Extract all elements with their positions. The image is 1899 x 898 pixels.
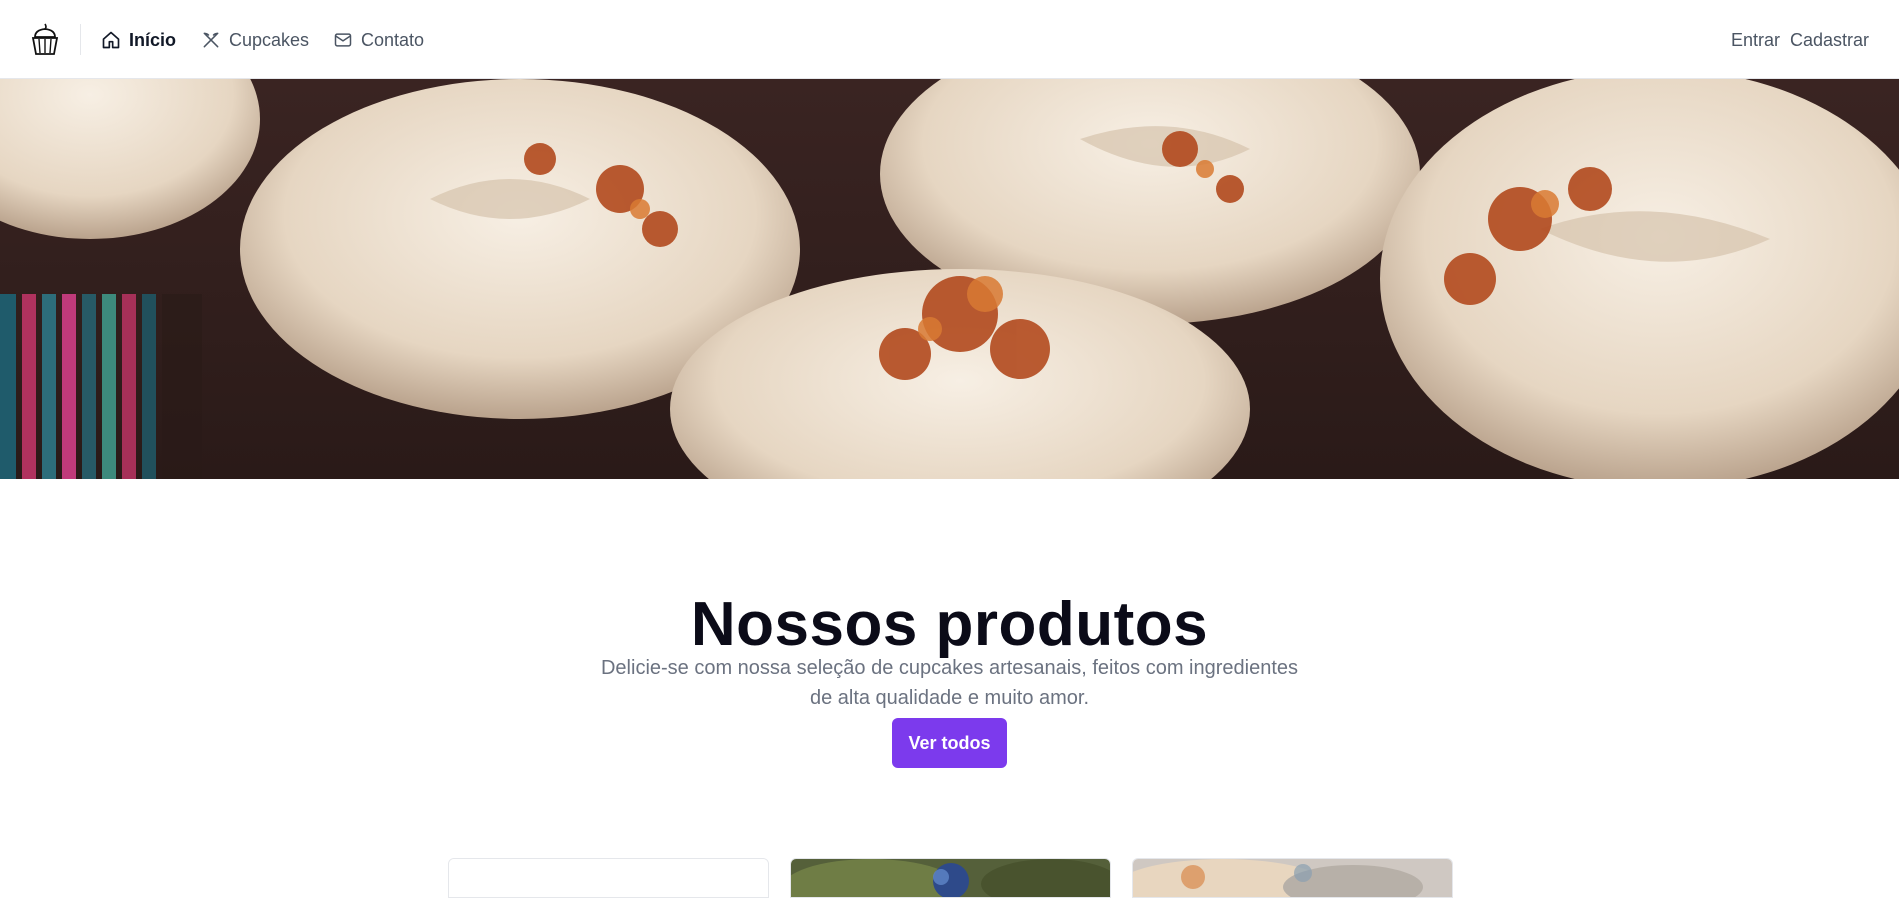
signup-link[interactable]: Cadastrar: [1790, 30, 1869, 51]
blueberry-cupcake-image: [791, 859, 1110, 897]
nav-item-label: Cupcakes: [229, 29, 310, 50]
blank-card-image: [449, 859, 768, 897]
nav-item-cupcakes[interactable]: Cupcakes: [201, 25, 309, 55]
product-card[interactable]: [1132, 858, 1453, 898]
nav-item-inicio[interactable]: Início: [101, 25, 176, 55]
product-card[interactable]: [790, 858, 1111, 898]
hero-cupcakes-image: [0, 79, 1899, 479]
utensils-icon: [203, 32, 219, 48]
mail-icon: [334, 33, 352, 47]
login-link[interactable]: Entrar: [1731, 30, 1780, 51]
cupcake-icon[interactable]: [30, 22, 60, 56]
nav-divider: [80, 24, 81, 55]
product-card[interactable]: [448, 858, 769, 898]
frosted-cupcake-image: [1133, 859, 1452, 897]
view-all-button[interactable]: Ver todos: [892, 718, 1007, 768]
nav-item-label: Início: [129, 29, 177, 50]
home-icon: [102, 31, 120, 49]
hero-banner: [0, 79, 1899, 479]
auth-links: Entrar Cadastrar: [1731, 25, 1869, 55]
nav-item-contato[interactable]: Contato: [333, 25, 424, 55]
page-subtitle: Delicie-se com nossa seleção de cupcakes…: [600, 657, 1299, 709]
nav-item-label: Contato: [361, 29, 425, 50]
top-navbar: Início Cupcakes Contato Entrar Cadastrar: [0, 0, 1899, 79]
